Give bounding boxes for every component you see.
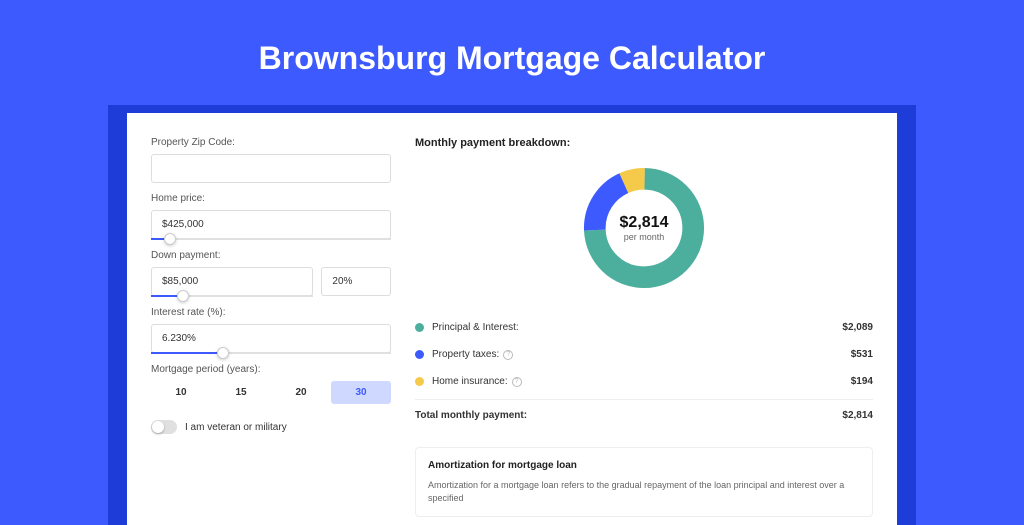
rate-input[interactable] — [151, 324, 391, 353]
legend-row-principal: Principal & Interest: $2,089 — [415, 314, 873, 341]
amortization-box: Amortization for mortgage loan Amortizat… — [415, 447, 873, 517]
veteran-label: I am veteran or military — [185, 422, 287, 433]
veteran-row: I am veteran or military — [151, 420, 391, 434]
donut-chart: $2,814 per month — [579, 163, 709, 293]
calculator-card: Property Zip Code: Home price: Down paym… — [127, 113, 897, 525]
period-btn-10[interactable]: 10 — [151, 381, 211, 404]
legend-value-taxes: $531 — [851, 349, 873, 360]
down-slider[interactable] — [151, 295, 313, 297]
legend-dot-insurance — [415, 377, 424, 386]
period-btn-20[interactable]: 20 — [271, 381, 331, 404]
zip-label: Property Zip Code: — [151, 137, 391, 148]
legend-value-insurance: $194 — [851, 376, 873, 387]
veteran-toggle-knob — [152, 421, 164, 433]
veteran-toggle[interactable] — [151, 420, 177, 434]
donut-amount: $2,814 — [620, 214, 669, 232]
price-input[interactable] — [151, 210, 391, 239]
legend-dot-principal — [415, 323, 424, 332]
price-label: Home price: — [151, 193, 391, 204]
legend-label-principal: Principal & Interest: — [432, 322, 842, 333]
donut-chart-wrap: $2,814 per month — [415, 163, 873, 298]
legend-label-taxes: Property taxes: ? — [432, 349, 851, 360]
breakdown-heading: Monthly payment breakdown: — [415, 137, 873, 149]
rate-slider-thumb[interactable] — [217, 347, 229, 359]
price-slider-thumb[interactable] — [164, 233, 176, 245]
period-row: 10 15 20 30 — [151, 381, 391, 404]
legend-value-total: $2,814 — [842, 410, 873, 421]
down-input[interactable] — [151, 267, 313, 296]
rate-slider-fill — [151, 352, 223, 354]
donut-center: $2,814 per month — [620, 214, 669, 242]
down-slider-thumb[interactable] — [177, 290, 189, 302]
card-strip: Property Zip Code: Home price: Down paym… — [108, 105, 916, 525]
donut-sub: per month — [620, 232, 669, 242]
form-column: Property Zip Code: Home price: Down paym… — [151, 137, 391, 517]
legend-row-taxes: Property taxes: ? $531 — [415, 341, 873, 368]
breakdown-column: Monthly payment breakdown: $2,814 per mo… — [415, 137, 873, 517]
rate-slider[interactable] — [151, 352, 391, 354]
period-btn-15[interactable]: 15 — [211, 381, 271, 404]
price-slider[interactable] — [151, 238, 391, 240]
down-pct-input[interactable] — [321, 267, 391, 296]
amortization-title: Amortization for mortgage loan — [428, 460, 860, 471]
info-icon[interactable]: ? — [512, 377, 522, 387]
legend-value-principal: $2,089 — [842, 322, 873, 333]
down-label: Down payment: — [151, 250, 391, 261]
period-btn-30[interactable]: 30 — [331, 381, 391, 404]
page-root: Brownsburg Mortgage Calculator Property … — [0, 0, 1024, 525]
legend-label-total: Total monthly payment: — [415, 410, 842, 421]
zip-input[interactable] — [151, 154, 391, 183]
legend-row-total: Total monthly payment: $2,814 — [415, 399, 873, 429]
page-title: Brownsburg Mortgage Calculator — [0, 40, 1024, 77]
legend-dot-taxes — [415, 350, 424, 359]
legend-label-insurance: Home insurance: ? — [432, 376, 851, 387]
rate-label: Interest rate (%): — [151, 307, 391, 318]
legend-row-insurance: Home insurance: ? $194 — [415, 368, 873, 395]
period-label: Mortgage period (years): — [151, 364, 391, 375]
amortization-text: Amortization for a mortgage loan refers … — [428, 479, 860, 504]
info-icon[interactable]: ? — [503, 350, 513, 360]
